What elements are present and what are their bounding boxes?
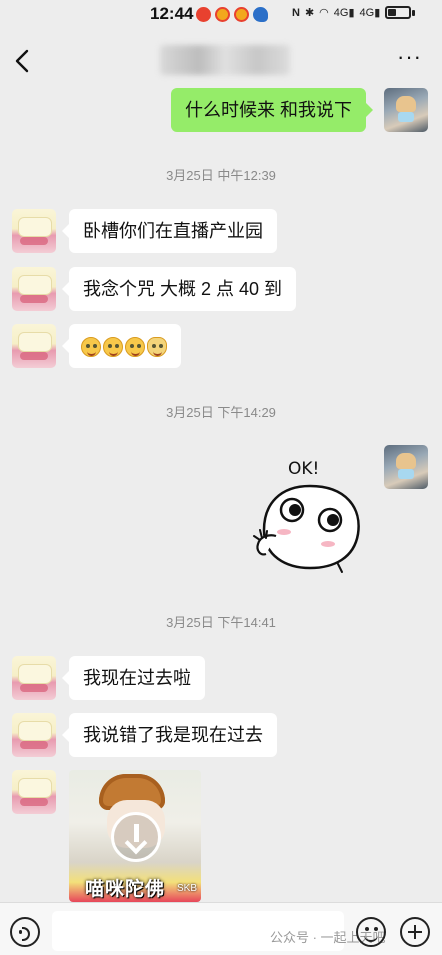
nfc-icon: N [292,6,300,19]
my-avatar[interactable] [384,88,428,132]
contact-avatar[interactable] [12,770,56,814]
contact-avatar[interactable] [12,656,56,700]
emoji-icon [125,337,145,358]
bird-app-icon [253,7,268,22]
contact-avatar[interactable] [12,324,56,368]
timestamp: 3月25日 中午12:39 [166,168,276,183]
status-time: 12:44 [150,4,194,23]
image-caption: 喵咪陀佛 [85,879,166,900]
message-bubble-theirs[interactable]: 卧槽你们在直播产业园 [62,209,277,253]
image-watermark: SKB [176,883,197,894]
message-bubble-mine[interactable]: 什么时候来 和我说下 [171,88,374,132]
back-arrow-icon[interactable] [12,48,34,74]
app-notification-icon [196,7,211,22]
bluetooth-icon: ✱ [304,7,315,19]
contact-avatar[interactable] [12,209,56,253]
signal-icon: 4G▮ [333,7,355,19]
wifi-icon: ◠ [319,7,329,19]
battery-icon [385,6,412,19]
message-bubble-theirs[interactable]: 我念个咒 大概 2 点 40 到 [61,267,297,311]
cat-emoji-icon [147,337,167,358]
message-bubble-theirs[interactable]: 我说错了我是现在过去 [62,713,277,757]
status-bar: 12:44 N ✱ ◠ 4G▮ 4G▮ [0,0,442,30]
contact-avatar[interactable] [12,713,56,757]
download-icon[interactable] [111,812,161,862]
battery-cap [412,9,416,16]
chat-header: ··· [0,30,442,90]
status-app-icons [196,7,268,22]
signal-icon: 4G▮ [359,7,381,19]
voice-input-icon[interactable] [10,917,40,947]
timestamp: 3月25日 下午14:41 [166,615,276,630]
more-options-icon[interactable]: ··· [397,46,422,68]
emoji-icon [103,337,123,358]
image-message[interactable]: 喵咪陀佛 SKB [69,770,201,902]
timestamp: 3月25日 下午14:29 [166,405,276,420]
chat-title-blurred [160,45,290,75]
message-bubble-theirs[interactable]: 我现在过去啦 [62,656,205,700]
sticker-text: OK! [288,459,319,479]
weibo-icon [234,7,249,22]
ok-sticker[interactable]: OK! [250,452,370,574]
my-avatar[interactable] [384,445,428,489]
contact-avatar[interactable] [12,267,56,311]
emoji-icon [81,337,101,358]
message-bubble-emojis[interactable] [62,324,181,368]
plus-button-icon[interactable] [400,917,430,947]
weibo-icon [215,7,230,22]
system-status-icons: N ✱ ◠ 4G▮ 4G▮ [292,6,416,19]
input-bar: 公众号 · 一起上天吧 [0,902,442,955]
emoji-button-icon[interactable] [356,917,386,947]
